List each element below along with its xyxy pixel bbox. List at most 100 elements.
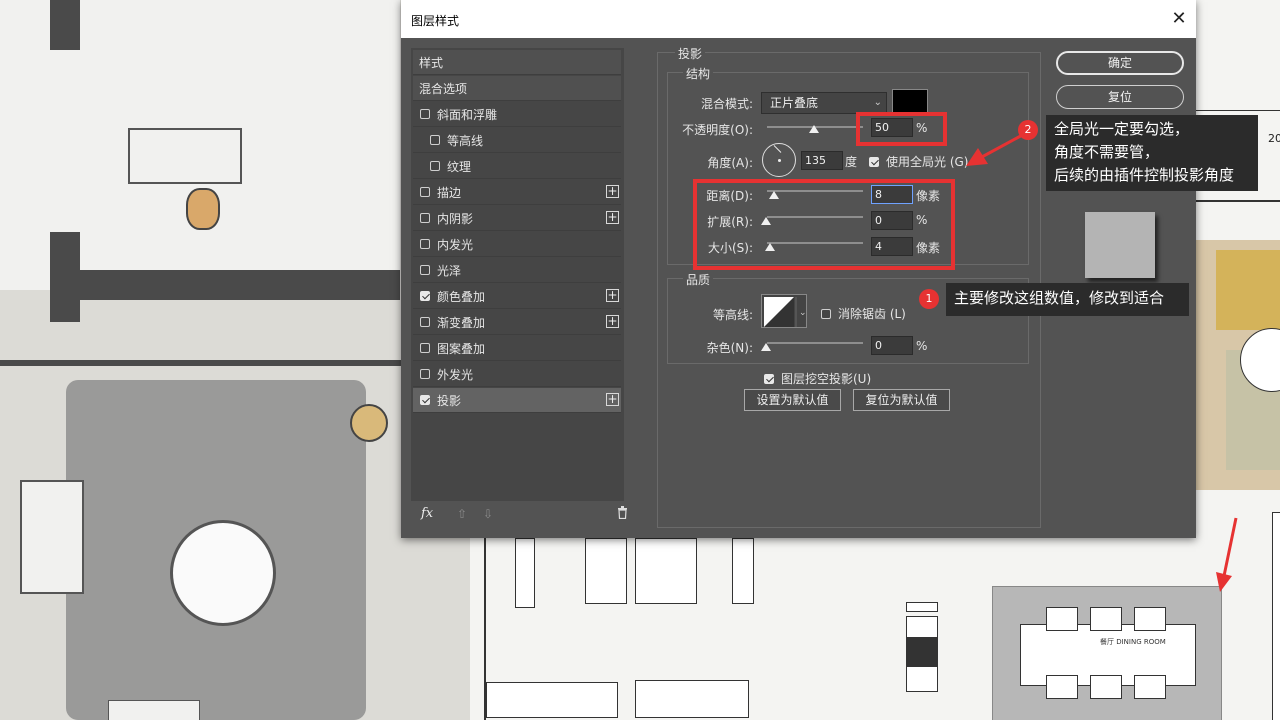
plan-chair — [1090, 675, 1122, 699]
antialias-label: 消除锯齿 (L) — [838, 307, 906, 321]
move-down-icon[interactable]: ⇩ — [483, 507, 493, 521]
style-item[interactable]: 颜色叠加 + — [413, 284, 621, 309]
checkbox-icon[interactable] — [420, 265, 430, 275]
style-item[interactable]: 光泽 — [413, 258, 621, 283]
close-icon[interactable]: ✕ — [1168, 8, 1190, 30]
styles-header[interactable]: 样式 — [413, 50, 621, 75]
fx-icon[interactable]: fx — [421, 506, 433, 521]
style-item[interactable]: 图案叠加 — [413, 336, 621, 361]
angle-input[interactable]: 135 — [801, 151, 843, 170]
style-item-label: 投影 — [437, 393, 462, 408]
make-default-button[interactable]: 设置为默认值 — [744, 389, 841, 411]
add-effect-icon[interactable]: + — [606, 315, 619, 328]
ok-button[interactable]: 确定 — [1056, 51, 1184, 75]
angle-label: 角度(A): — [707, 156, 753, 170]
style-item[interactable]: 纹理 — [413, 154, 621, 179]
red-arrow-down-icon — [1216, 517, 1238, 592]
checkbox-icon — [764, 373, 774, 384]
plan-chair — [1046, 675, 1078, 699]
plan-cabinet — [585, 538, 627, 604]
structure-legend: 结构 — [683, 65, 714, 82]
plan-wardrobe — [486, 682, 618, 718]
trash-icon[interactable] — [617, 506, 628, 523]
checkbox-icon[interactable] — [420, 239, 430, 249]
style-item[interactable]: 内发光 — [413, 232, 621, 257]
quality-legend: 品质 — [683, 271, 714, 288]
style-item-label: 内发光 — [437, 237, 474, 252]
plan-sofa — [20, 480, 84, 594]
blend-mode-dropdown[interactable]: 正片叠底 ⌄ — [761, 92, 887, 114]
style-item[interactable]: 渐变叠加 + — [413, 310, 621, 335]
blending-options-item[interactable]: 混合选项 — [413, 76, 621, 101]
noise-input[interactable]: 0 — [871, 336, 913, 355]
move-up-icon[interactable]: ⇧ — [457, 507, 467, 521]
checkbox-icon[interactable] — [420, 317, 430, 327]
checkbox-icon — [821, 308, 831, 319]
plan-chair — [1134, 607, 1166, 631]
checkbox-icon[interactable] — [420, 343, 430, 353]
checkbox-icon[interactable] — [420, 291, 430, 301]
plan-cabinet — [515, 538, 535, 608]
drop-shadow-legend: 投影 — [675, 45, 706, 62]
global-light-checkbox[interactable]: 使用全局光 (G) — [869, 153, 968, 170]
noise-slider-track[interactable] — [767, 342, 863, 344]
style-item[interactable]: 等高线 — [413, 128, 621, 153]
contour-label: 等高线: — [712, 308, 753, 322]
noise-slider-knob[interactable] — [761, 343, 771, 351]
plan-chair — [1134, 675, 1166, 699]
add-effect-icon[interactable]: + — [606, 393, 619, 406]
plan-wall — [80, 270, 400, 300]
plan-wall — [0, 360, 450, 366]
plan-chair — [1090, 607, 1122, 631]
add-effect-icon[interactable]: + — [606, 211, 619, 224]
add-effect-icon[interactable]: + — [606, 289, 619, 302]
annotation-note-2: 全局光一定要勾选， 角度不需要管， 后续的由插件控制投影角度 — [1046, 115, 1258, 191]
styles-list-footer: fx ⇧ ⇩ — [411, 506, 627, 526]
style-item[interactable]: 投影 + — [413, 388, 621, 413]
style-item-label: 内阴影 — [437, 211, 474, 226]
annotation-badge-1: 1 — [919, 289, 939, 309]
checkbox-icon[interactable] — [420, 187, 430, 197]
plan-stool — [906, 602, 938, 612]
angle-unit: 度 — [845, 155, 858, 169]
style-item-label: 描边 — [437, 185, 462, 200]
plan-bath — [128, 128, 242, 184]
dialog-title: 图层样式 — [411, 14, 460, 28]
style-item-label: 颜色叠加 — [437, 289, 486, 304]
opacity-label: 不透明度(O): — [682, 123, 753, 137]
style-item-label: 斜面和浮雕 — [437, 107, 498, 122]
angle-dial[interactable] — [762, 143, 796, 177]
checkbox-icon[interactable] — [420, 213, 430, 223]
style-item-label: 等高线 — [447, 133, 484, 148]
checkbox-icon[interactable] — [420, 109, 430, 119]
checkbox-icon[interactable] — [430, 135, 440, 145]
style-item[interactable]: 外发光 — [413, 362, 621, 387]
dialog-titlebar[interactable]: 图层样式 ✕ — [401, 0, 1196, 38]
style-item[interactable]: 描边 + — [413, 180, 621, 205]
contour-picker[interactable]: ⌄ — [761, 294, 807, 328]
knockout-checkbox[interactable]: 图层挖空投影(U) — [764, 370, 871, 387]
reset-button[interactable]: 复位 — [1056, 85, 1184, 109]
style-preview — [1085, 212, 1155, 278]
checkbox-icon[interactable] — [430, 161, 440, 171]
noise-label: 杂色(N): — [706, 341, 753, 355]
style-item[interactable]: 内阴影 + — [413, 206, 621, 231]
reset-default-button[interactable]: 复位为默认值 — [853, 389, 950, 411]
plan-basin — [186, 188, 220, 230]
annotation-note-1: 主要修改这组数值，修改到适合 — [946, 283, 1189, 316]
blend-mode-label: 混合模式: — [700, 97, 753, 111]
checkbox-icon[interactable] — [420, 395, 430, 405]
add-effect-icon[interactable]: + — [606, 185, 619, 198]
annotation-note-2-line: 角度不需要管， — [1054, 143, 1160, 161]
plan-chair — [1046, 607, 1078, 631]
plan-line — [1196, 200, 1280, 202]
style-item[interactable]: 斜面和浮雕 — [413, 102, 621, 127]
style-item-label: 图案叠加 — [437, 341, 486, 356]
plan-line — [1196, 110, 1280, 111]
antialias-checkbox[interactable]: 消除锯齿 (L) — [821, 305, 906, 322]
opacity-slider-knob[interactable] — [809, 125, 819, 133]
shadow-values-highlight-box — [693, 179, 955, 270]
checkbox-icon[interactable] — [420, 369, 430, 379]
style-item-label: 外发光 — [437, 367, 474, 382]
style-item-label: 渐变叠加 — [437, 315, 486, 330]
